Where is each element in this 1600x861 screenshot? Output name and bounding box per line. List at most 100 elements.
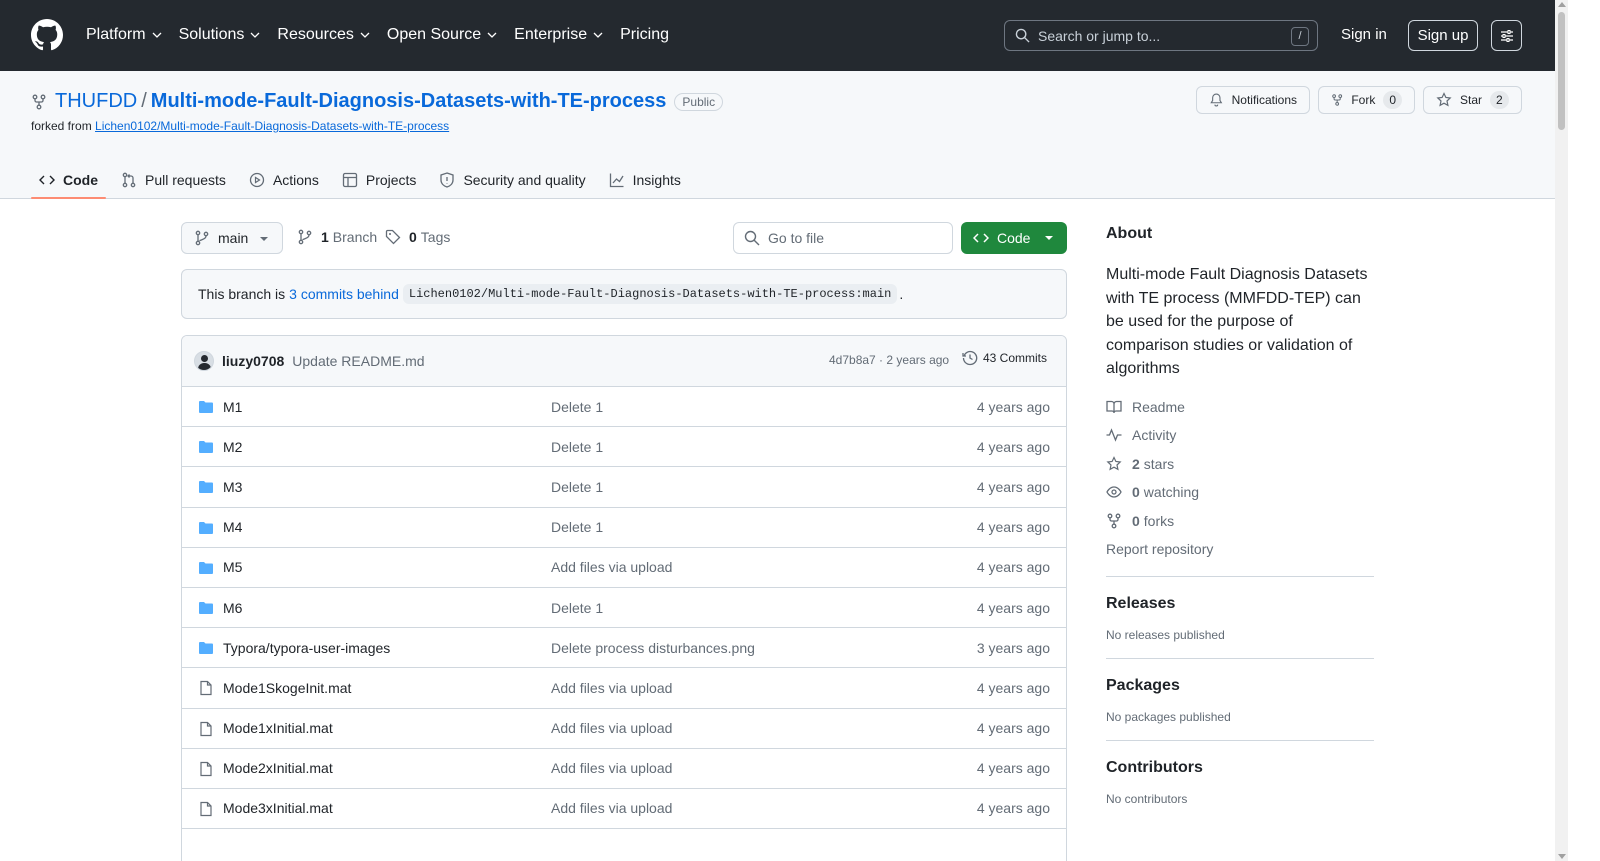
commit-message-link[interactable]: Update README.md	[292, 353, 424, 369]
bell-icon	[1210, 93, 1223, 107]
table-icon	[342, 172, 358, 188]
file-commit-age: 4 years ago	[976, 438, 1050, 455]
tab-insights[interactable]: Insights	[601, 162, 689, 198]
play-icon	[249, 172, 265, 188]
file-name-link[interactable]: M5	[223, 559, 242, 575]
search-icon	[744, 230, 760, 246]
tab-projects[interactable]: Projects	[334, 162, 425, 198]
readme-link[interactable]: Readme	[1106, 393, 1374, 422]
tag-count: 0	[409, 229, 417, 245]
file-commit-message-link[interactable]: Delete 1	[551, 399, 603, 415]
file-commit-age: 4 years ago	[976, 478, 1050, 495]
tags-link[interactable]: 0 Tags	[385, 229, 450, 245]
stars-link[interactable]: 2 stars	[1106, 450, 1374, 479]
file-commit-message-link[interactable]: Delete 1	[551, 439, 603, 455]
branch-select-button[interactable]: main	[181, 222, 283, 254]
file-row: M3 Delete 1 4 years ago	[182, 467, 1066, 508]
branches-link[interactable]: 1 Branch	[297, 229, 377, 245]
upstream-ref: Lichen0102/Multi-mode-Fault-Diagnosis-Da…	[402, 284, 898, 304]
menu-button[interactable]	[1491, 20, 1522, 51]
nav-open-source[interactable]: Open Source	[387, 24, 498, 46]
file-commit-message-link[interactable]: Add files via upload	[551, 720, 672, 736]
sign-in-link[interactable]: Sign in	[1341, 26, 1387, 43]
file-commit-message-link[interactable]: Add files via upload	[551, 760, 672, 776]
repo-owner-link[interactable]: THUFDD	[55, 90, 137, 113]
activity-link[interactable]: Activity	[1106, 421, 1374, 450]
file-name-link[interactable]: Mode1SkogeInit.mat	[223, 680, 351, 696]
star-label: Star	[1460, 93, 1483, 107]
commits-behind-link[interactable]: 3 commits behind	[289, 286, 399, 302]
scrollbar-thumb[interactable]	[1558, 12, 1565, 130]
repo-title: THUFDD / Multi-mode-Fault-Diagnosis-Data…	[31, 90, 724, 113]
file-commit-message-link[interactable]: Add files via upload	[551, 680, 672, 696]
file-name-link[interactable]: Mode1xInitial.mat	[223, 720, 333, 736]
file-name-link[interactable]: Mode3xInitial.mat	[223, 800, 333, 816]
pulse-icon	[1106, 428, 1122, 443]
watching-link[interactable]: 0 watching	[1106, 478, 1374, 507]
file-name-link[interactable]: Mode2xInitial.mat	[223, 760, 333, 776]
nav-platform[interactable]: Platform	[86, 24, 163, 46]
file-commit-age: 4 years ago	[976, 519, 1050, 536]
chevron-down-icon	[152, 32, 162, 38]
nav-pricing[interactable]: Pricing	[620, 24, 669, 46]
file-commit-message-link[interactable]: Delete 1	[551, 519, 603, 535]
releases-heading[interactable]: Releases	[1106, 595, 1374, 613]
tab-pull-requests[interactable]: Pull requests	[113, 162, 234, 198]
github-logo-icon[interactable]	[31, 19, 63, 51]
file-name-link[interactable]: M2	[223, 439, 242, 455]
report-repository-link[interactable]: Report repository	[1106, 535, 1374, 564]
forked-from-link[interactable]: Lichen0102/Multi-mode-Fault-Diagnosis-Da…	[95, 119, 449, 133]
tab-security[interactable]: Security and quality	[431, 162, 593, 198]
file-name-link[interactable]: M3	[223, 479, 242, 495]
file-rows: M1 Delete 1 4 years ago M2 Delete 1 4 years a…	[182, 387, 1066, 830]
sign-up-button[interactable]: Sign up	[1408, 20, 1478, 51]
file-icon	[198, 761, 214, 777]
page-scrollbar[interactable]	[1555, 0, 1568, 861]
packages-heading[interactable]: Packages	[1106, 677, 1374, 695]
star-button[interactable]: Star 2	[1423, 86, 1522, 114]
tab-actions[interactable]: Actions	[241, 162, 327, 198]
file-name-link[interactable]: M4	[223, 519, 242, 535]
go-to-file-placeholder: Go to file	[768, 230, 825, 246]
file-commit-message-link[interactable]: Add files via upload	[551, 559, 672, 575]
sliders-icon	[1500, 29, 1513, 42]
caret-down-icon	[1045, 236, 1053, 240]
tab-code[interactable]: Code	[31, 162, 106, 199]
file-commit-message-link[interactable]: Delete 1	[551, 479, 603, 495]
file-commit-age: 4 years ago	[976, 599, 1050, 616]
file-name-link[interactable]: M1	[223, 399, 242, 415]
avatar[interactable]	[194, 351, 214, 371]
code-icon	[39, 175, 55, 185]
scroll-up-arrow-icon[interactable]	[1558, 2, 1566, 7]
history-icon	[962, 350, 978, 366]
nav-solutions[interactable]: Solutions	[179, 24, 262, 46]
code-icon	[973, 233, 989, 243]
commit-hash-age[interactable]: 4d7b8a7 · 2 years ago	[829, 353, 949, 367]
file-toolbar: main 1 Branch 0 Tags Go to file Code	[181, 222, 1067, 254]
file-commit-age: 4 years ago	[976, 760, 1050, 777]
commit-author-link[interactable]: liuzy0708	[222, 353, 284, 369]
nav-enterprise[interactable]: Enterprise	[514, 24, 604, 46]
nav-resources[interactable]: Resources	[277, 24, 370, 46]
repo-name-link[interactable]: Multi-mode-Fault-Diagnosis-Datasets-with…	[151, 90, 667, 113]
forks-link[interactable]: 0 forks	[1106, 507, 1374, 536]
global-search-input[interactable]: Search or jump to... /	[1004, 20, 1318, 51]
fork-button[interactable]: Fork 0	[1318, 86, 1415, 114]
file-commit-message-link[interactable]: Delete process disturbances.png	[551, 640, 755, 656]
commits-history-link[interactable]: 43 Commits	[962, 350, 1047, 366]
branch-status-banner: This branch is 3 commits behind Lichen01…	[181, 269, 1067, 319]
folder-icon	[198, 600, 214, 616]
releases-note: No releases published	[1106, 627, 1225, 642]
file-commit-message-link[interactable]: Add files via upload	[551, 800, 672, 816]
file-commit-message-link[interactable]: Delete 1	[551, 600, 603, 616]
contributors-heading[interactable]: Contributors	[1106, 759, 1374, 777]
code-dropdown-button[interactable]: Code	[961, 222, 1067, 254]
file-name-link[interactable]: Typora/typora-user-images	[223, 640, 390, 656]
folder-icon	[198, 560, 214, 576]
git-pull-request-icon	[122, 172, 136, 188]
go-to-file-input[interactable]: Go to file	[733, 222, 953, 254]
notifications-button[interactable]: Notifications	[1196, 86, 1310, 114]
file-commit-age: 4 years ago	[976, 559, 1050, 576]
file-name-link[interactable]: M6	[223, 600, 242, 616]
scroll-down-arrow-icon[interactable]	[1558, 854, 1566, 859]
